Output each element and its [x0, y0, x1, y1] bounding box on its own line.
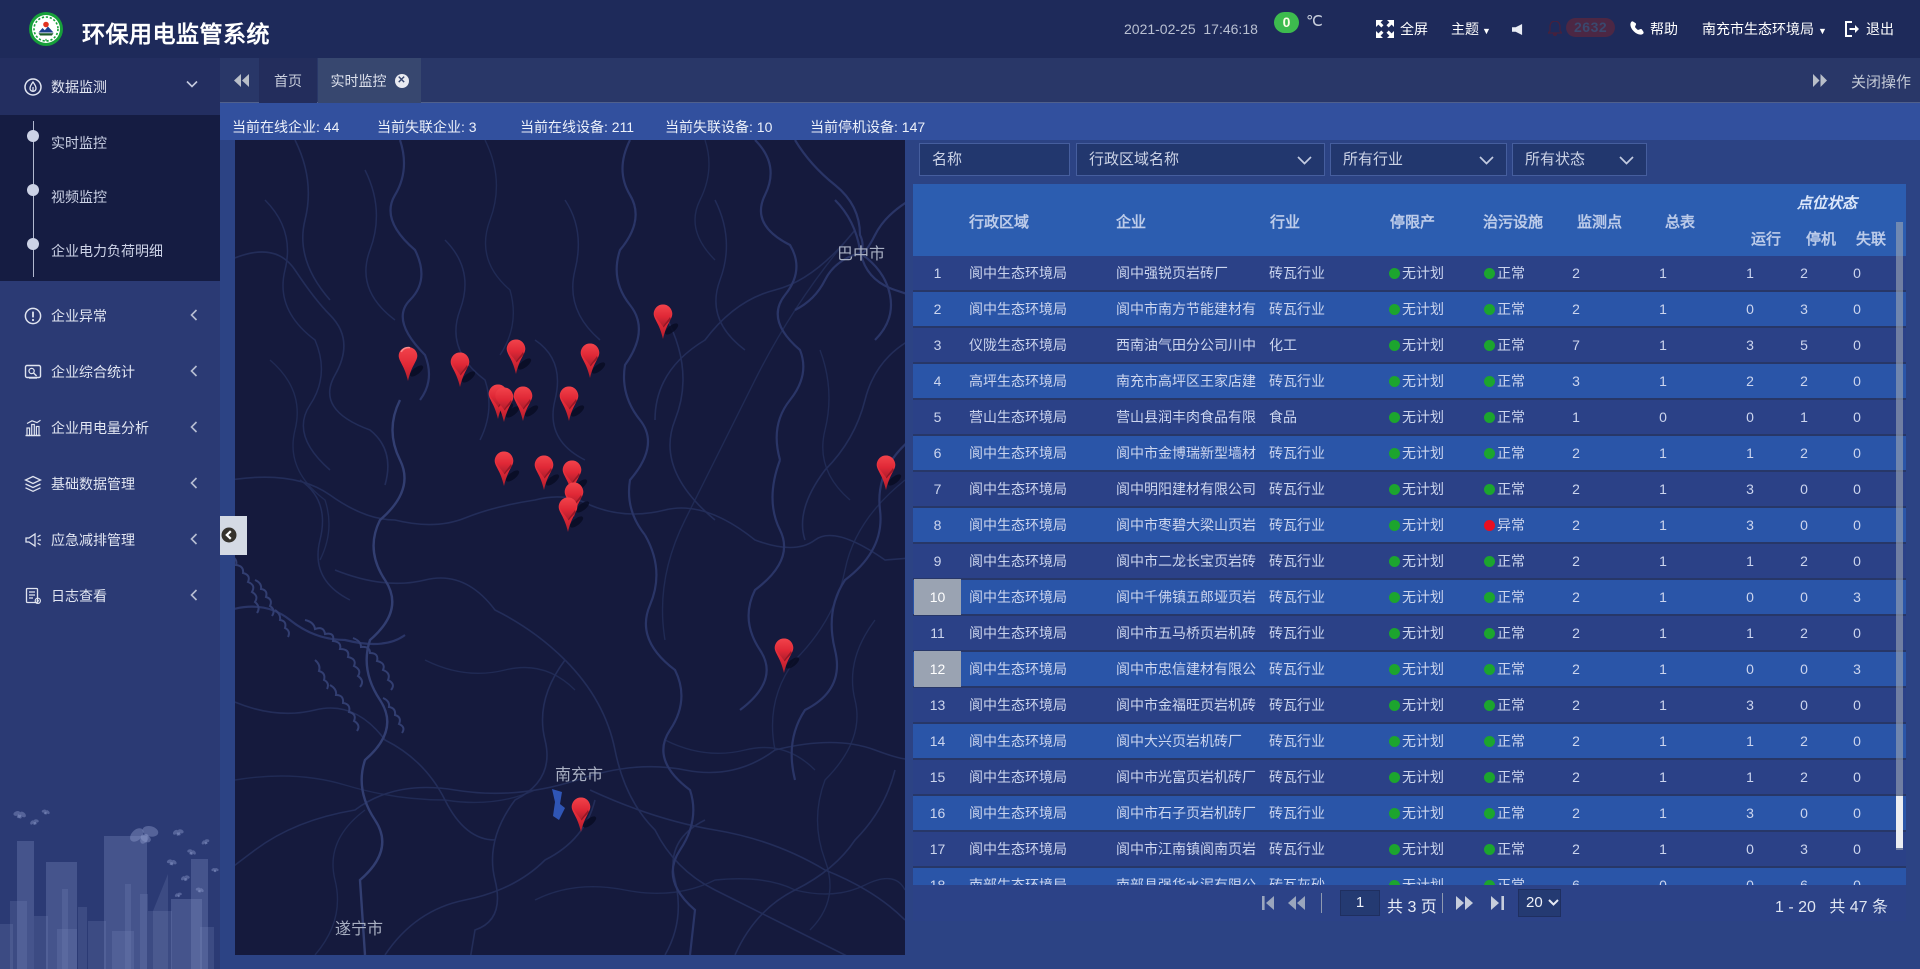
- svg-text:遂宁市: 遂宁市: [335, 920, 383, 938]
- svg-text:南充市: 南充市: [555, 766, 603, 784]
- svg-text:巴中市: 巴中市: [837, 245, 885, 263]
